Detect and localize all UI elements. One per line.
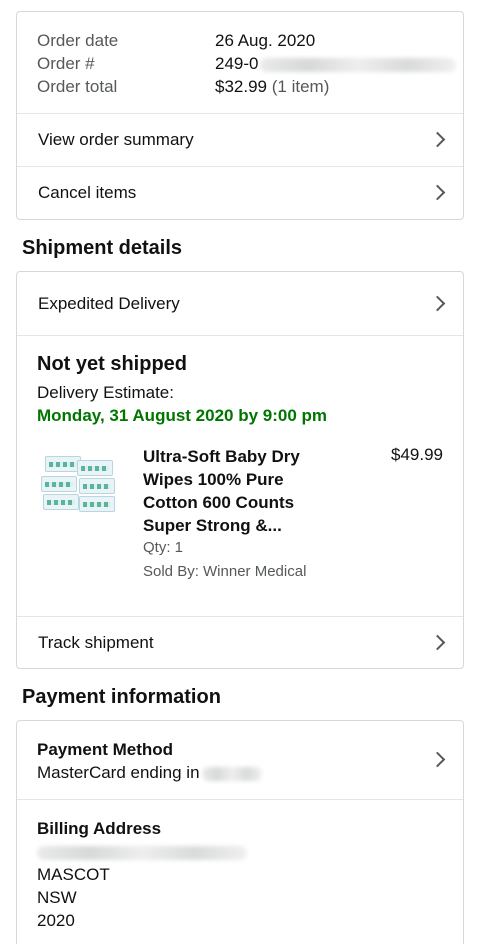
payment-method-label: Payment Method (37, 740, 174, 759)
order-date-value: 26 Aug. 2020 (215, 31, 316, 50)
delivery-estimate-value: Monday, 31 August 2020 by 9:00 pm (37, 406, 328, 425)
billing-suburb: MASCOT (37, 865, 110, 884)
billing-postcode: 2020 (37, 911, 75, 930)
billing-address-label: Billing Address (37, 819, 162, 838)
order-date-label: Order date (37, 31, 119, 50)
shipment-card: Expedited Delivery Not yet shipped Deliv… (16, 271, 464, 669)
track-shipment-link[interactable]: Track shipment (17, 616, 463, 668)
billing-state: NSW (37, 888, 77, 907)
order-card: Order date Order # Order total 26 Aug. 2… (16, 11, 464, 220)
order-total-label: Order total (37, 77, 118, 96)
billing-address-redacted-line (37, 840, 247, 863)
order-number-label: Order # (37, 54, 95, 73)
delivery-estimate-label: Delivery Estimate: (37, 383, 174, 402)
view-order-summary-link[interactable]: View order summary (17, 113, 463, 166)
product-name-link[interactable]: Ultra-Soft Baby Dry Wipes 100% Pure Cott… (143, 445, 333, 537)
order-info: Order date Order # Order total 26 Aug. 2… (17, 12, 463, 113)
redacted-card-number (201, 766, 262, 781)
order-number-value: 249-0 (215, 52, 457, 75)
payment-method-link[interactable]: Payment Method MasterCard ending in (17, 721, 463, 799)
product-seller: Sold By: Winner Medical (143, 563, 307, 580)
chevron-right-icon (429, 634, 446, 651)
order-item-count: (1 item) (271, 77, 330, 96)
cancel-items-link[interactable]: Cancel items (17, 166, 463, 219)
payment-card: Payment Method MasterCard ending in Bill… (16, 720, 464, 944)
billing-address-block: Billing Address MASCOT NSW 2020 (17, 799, 463, 944)
track-shipment-label: Track shipment (38, 633, 154, 652)
shipment-item-block: Not yet shipped Delivery Estimate: Monda… (17, 335, 463, 616)
chevron-right-icon (429, 295, 446, 311)
redacted-order-number (260, 57, 457, 72)
view-order-summary-label: View order summary (38, 130, 194, 149)
chevron-right-icon (429, 131, 446, 148)
product-image[interactable] (41, 454, 119, 516)
product-price: $49.99 (391, 445, 443, 464)
redacted-street-address (37, 845, 247, 860)
cancel-items-label: Cancel items (38, 183, 137, 202)
payment-method-value: MasterCard ending in (37, 761, 262, 784)
payment-information-heading: Payment information (22, 686, 221, 708)
shipment-details-heading: Shipment details (22, 237, 183, 259)
chevron-right-icon (429, 751, 446, 768)
product-qty: Qty: 1 (143, 539, 184, 556)
order-total-value: $32.99 (1 item) (215, 77, 330, 96)
delivery-type-link[interactable]: Expedited Delivery (17, 272, 463, 335)
delivery-type-label: Expedited Delivery (38, 293, 180, 313)
shipment-status: Not yet shipped (37, 353, 188, 375)
chevron-right-icon (429, 184, 446, 201)
